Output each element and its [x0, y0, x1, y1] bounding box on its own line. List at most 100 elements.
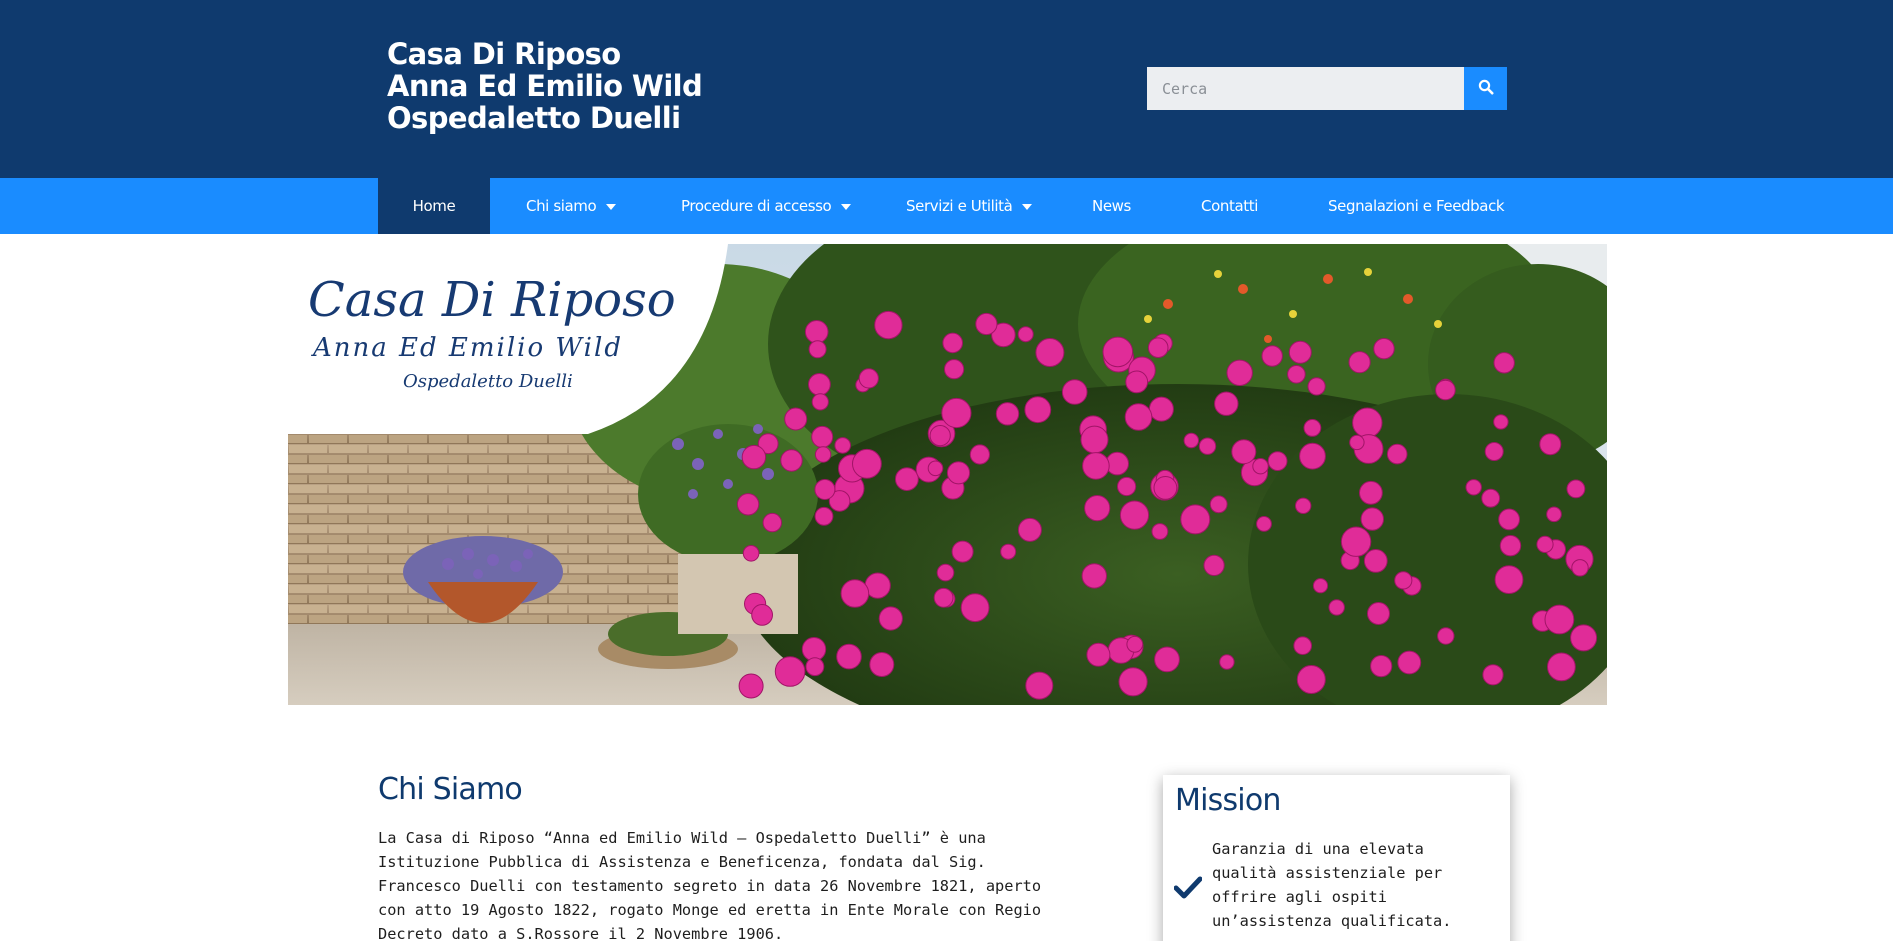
- petunia-flower: [1219, 654, 1235, 670]
- petunia-flower: [762, 512, 782, 533]
- nav-item-segnalazioni-e-feedback[interactable]: Segnalazioni e Feedback: [1292, 178, 1512, 234]
- chi-siamo-line: Francesco Duelli con testamento segreto …: [378, 877, 1042, 895]
- petunia-flower: [1118, 667, 1148, 697]
- site-header: Casa Di Riposo Anna Ed Emilio Wild Osped…: [0, 0, 1893, 178]
- petunia-flower: [1367, 602, 1390, 625]
- petunia-flower: [751, 604, 774, 626]
- petunia-flower: [1231, 439, 1257, 465]
- petunia-flower: [811, 393, 829, 411]
- petunia-flower: [1435, 379, 1456, 401]
- petunia-flower: [1484, 442, 1504, 461]
- nav-item-label: Servizi e Utilità: [906, 197, 1013, 215]
- petunia-flower: [736, 493, 760, 516]
- petunia-flower: [1539, 433, 1562, 456]
- site-title[interactable]: Casa Di Riposo Anna Ed Emilio Wild Osped…: [387, 38, 703, 134]
- chi-siamo-line: con atto 19 Agosto 1822, rogato Monge ed…: [378, 901, 1042, 919]
- petunia-flower: [946, 461, 971, 485]
- petunia-flower: [1209, 495, 1228, 514]
- petunia-flower: [808, 340, 827, 359]
- petunia-flower: [804, 320, 829, 344]
- petunia-flower: [1352, 407, 1383, 438]
- petunia-flower: [1025, 671, 1054, 700]
- petunia-flower: [1499, 535, 1522, 557]
- petunia-flower: [1252, 458, 1269, 475]
- petunia-flower: [774, 656, 806, 687]
- petunia-flower: [1363, 549, 1388, 573]
- petunia-flower: [1154, 646, 1180, 673]
- petunia-flower: [1261, 345, 1283, 367]
- petunia-flower: [1226, 359, 1253, 387]
- petunia-flower: [975, 312, 998, 336]
- chi-siamo-title: Chi Siamo: [378, 772, 523, 807]
- petunia-flower: [936, 563, 955, 582]
- mission-text-line: Garanzia di una elevata: [1212, 840, 1424, 858]
- petunia-flower: [1082, 452, 1110, 480]
- site-title-line-2: Anna Ed Emilio Wild: [387, 69, 703, 103]
- petunia-flower: [1373, 338, 1395, 360]
- nav-item-label: Procedure di accesso: [681, 197, 832, 215]
- petunia-flower: [1198, 437, 1217, 455]
- petunia-flower: [1360, 507, 1385, 531]
- petunia-flower: [805, 657, 825, 677]
- petunia-flower: [1117, 476, 1137, 497]
- main-nav: Home Chi siamo Procedure di accesso Serv…: [0, 178, 1893, 234]
- petunia-flower: [1570, 624, 1598, 652]
- petunia-flower: [933, 587, 954, 608]
- banner-logo-line-3: Ospedaletto Duelli: [403, 371, 573, 392]
- search-button[interactable]: [1464, 67, 1507, 110]
- search-icon: [1478, 79, 1494, 98]
- nav-item-news[interactable]: News: [1056, 178, 1165, 234]
- petunia-flower: [1180, 504, 1211, 535]
- mission-text: Garanzia di una elevata qualità assisten…: [1212, 837, 1497, 933]
- petunia-flower: [1119, 500, 1150, 530]
- petunia-flower: [995, 402, 1020, 426]
- nav-item-chi-siamo[interactable]: Chi siamo: [490, 178, 645, 234]
- petunia-flower: [1147, 337, 1169, 358]
- petunia-flower: [741, 444, 767, 470]
- petunia-flower: [1566, 479, 1586, 499]
- nav-item-label: News: [1092, 197, 1131, 215]
- petunia-flower: [811, 425, 834, 448]
- petunia-flower: [1153, 476, 1178, 500]
- banner-logo-line-2: Anna Ed Emilio Wild: [311, 333, 623, 363]
- petunia-flower: [1299, 442, 1326, 470]
- caret-down-icon: [1022, 204, 1033, 210]
- petunia-flower: [1307, 377, 1326, 396]
- petunia-flower: [814, 506, 834, 526]
- petunia-flower: [1498, 508, 1520, 531]
- petunia-flower: [1214, 391, 1239, 416]
- mission-text-line: un’assistenza qualificata.: [1212, 912, 1452, 930]
- petunia-flower: [944, 359, 965, 380]
- petunia-flower: [1081, 563, 1107, 589]
- nav-item-contatti[interactable]: Contatti: [1165, 178, 1292, 234]
- mission-card: Mission Garanzia di una elevata qualità …: [1163, 775, 1510, 941]
- petunia-flower: [1148, 396, 1174, 422]
- petunia-flower: [1397, 650, 1422, 675]
- petunia-flower: [1571, 559, 1589, 577]
- chi-siamo-line: Istituzione Pubblica di Assistenza e Ben…: [378, 853, 986, 871]
- petunia-flower: [1017, 326, 1034, 343]
- petunia-flower: [1536, 535, 1554, 553]
- nav-item-procedure-di-accesso[interactable]: Procedure di accesso: [645, 178, 870, 234]
- petunia-flower: [1303, 419, 1322, 437]
- petunia-flower: [1203, 554, 1225, 576]
- hero-banner-image: Casa Di Riposo Anna Ed Emilio Wild Osped…: [288, 244, 1607, 705]
- petunia-flower: [1293, 636, 1313, 656]
- petunia-flower: [1465, 479, 1482, 496]
- search-input[interactable]: [1147, 67, 1464, 110]
- caret-down-icon: [606, 204, 617, 210]
- petunia-flower: [895, 467, 919, 492]
- petunia-flower: [1295, 497, 1312, 514]
- petunia-flower: [1481, 488, 1501, 508]
- petunia-flower: [1000, 543, 1017, 560]
- chi-siamo-line: La Casa di Riposo “Anna ed Emilio Wild –…: [378, 829, 986, 847]
- petunia-flower: [814, 446, 832, 463]
- petunia-flower: [1183, 432, 1199, 449]
- nav-item-home[interactable]: Home: [378, 178, 490, 234]
- petunia-flower: [927, 460, 944, 477]
- mission-text-line: qualità assistenziale per: [1212, 864, 1443, 882]
- nav-item-servizi-e-utilita[interactable]: Servizi e Utilità: [870, 178, 1056, 234]
- mission-title: Mission: [1175, 783, 1281, 818]
- petunia-flower: [1084, 495, 1111, 522]
- petunia-flower: [1494, 565, 1524, 595]
